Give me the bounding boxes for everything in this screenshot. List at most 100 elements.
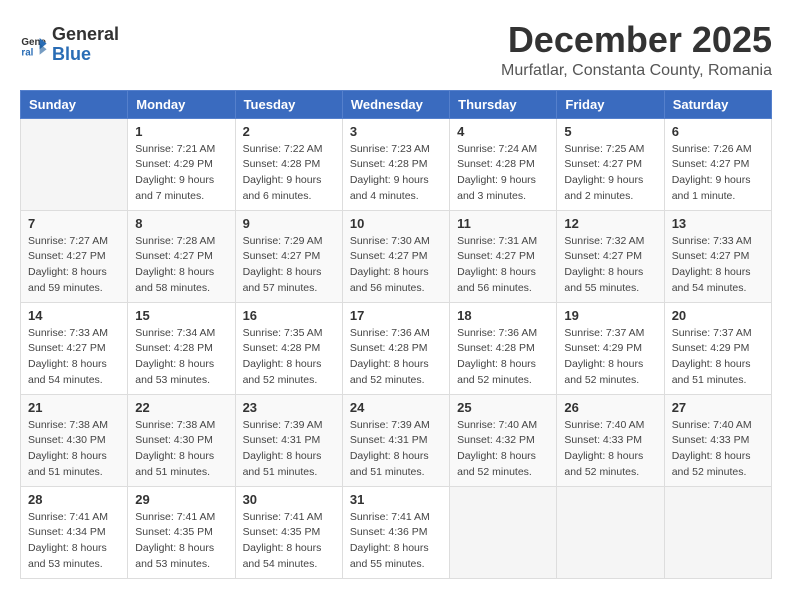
- calendar-cell: 29 Sunrise: 7:41 AMSunset: 4:35 PMDayligh…: [128, 486, 235, 578]
- day-info: Sunrise: 7:41 AMSunset: 4:35 PMDaylight:…: [135, 510, 227, 573]
- calendar-cell: [664, 486, 771, 578]
- calendar-cell: 2 Sunrise: 7:22 AMSunset: 4:28 PMDaylight…: [235, 118, 342, 210]
- calendar-cell: 30 Sunrise: 7:41 AMSunset: 4:35 PMDayligh…: [235, 486, 342, 578]
- svg-text:ral: ral: [21, 47, 33, 58]
- calendar-cell: 27 Sunrise: 7:40 AMSunset: 4:33 PMDayligh…: [664, 394, 771, 486]
- day-number: 15: [135, 308, 227, 323]
- calendar-cell: 25Sunrise: 7:40 AMSunset: 4:32 PMDayligh…: [450, 394, 557, 486]
- day-info: Sunrise: 7:40 AMSunset: 4:33 PMDaylight:…: [672, 418, 764, 481]
- calendar-cell: 21Sunrise: 7:38 AMSunset: 4:30 PMDayligh…: [21, 394, 128, 486]
- day-info: Sunrise: 7:29 AMSunset: 4:27 PMDaylight:…: [243, 234, 335, 297]
- calendar-cell: 24Sunrise: 7:39 AMSunset: 4:31 PMDayligh…: [342, 394, 449, 486]
- day-info: Sunrise: 7:27 AMSunset: 4:27 PMDaylight:…: [28, 234, 120, 297]
- day-info: Sunrise: 7:22 AMSunset: 4:28 PMDaylight:…: [243, 142, 335, 205]
- calendar-cell: 16 Sunrise: 7:35 AMSunset: 4:28 PMDayligh…: [235, 302, 342, 394]
- logo: Gene ral General Blue: [20, 25, 119, 65]
- day-number: 16: [243, 308, 335, 323]
- weekday-header-tuesday: Tuesday: [235, 90, 342, 118]
- calendar-cell: 5 Sunrise: 7:25 AMSunset: 4:27 PMDaylight…: [557, 118, 664, 210]
- day-info: Sunrise: 7:36 AMSunset: 4:28 PMDaylight:…: [457, 326, 549, 389]
- day-number: 1: [135, 124, 227, 139]
- calendar-cell: 1 Sunrise: 7:21 AMSunset: 4:29 PMDaylight…: [128, 118, 235, 210]
- calendar-row: 1 Sunrise: 7:21 AMSunset: 4:29 PMDaylight…: [21, 118, 772, 210]
- day-info: Sunrise: 7:40 AMSunset: 4:33 PMDaylight:…: [564, 418, 656, 481]
- day-number: 6: [672, 124, 764, 139]
- calendar-cell: 19Sunrise: 7:37 AMSunset: 4:29 PMDayligh…: [557, 302, 664, 394]
- day-info: Sunrise: 7:38 AMSunset: 4:30 PMDaylight:…: [135, 418, 227, 481]
- day-number: 17: [350, 308, 442, 323]
- calendar-cell: 6Sunrise: 7:26 AMSunset: 4:27 PMDaylight…: [664, 118, 771, 210]
- calendar-cell: [450, 486, 557, 578]
- day-info: Sunrise: 7:41 AMSunset: 4:34 PMDaylight:…: [28, 510, 120, 573]
- day-info: Sunrise: 7:34 AMSunset: 4:28 PMDaylight:…: [135, 326, 227, 389]
- calendar-cell: 9 Sunrise: 7:29 AMSunset: 4:27 PMDaylight…: [235, 210, 342, 302]
- calendar-row: 14 Sunrise: 7:33 AMSunset: 4:27 PMDayligh…: [21, 302, 772, 394]
- day-info: Sunrise: 7:38 AMSunset: 4:30 PMDaylight:…: [28, 418, 120, 481]
- calendar-cell: 28Sunrise: 7:41 AMSunset: 4:34 PMDayligh…: [21, 486, 128, 578]
- day-number: 3: [350, 124, 442, 139]
- day-info: Sunrise: 7:21 AMSunset: 4:29 PMDaylight:…: [135, 142, 227, 205]
- day-info: Sunrise: 7:41 AMSunset: 4:36 PMDaylight:…: [350, 510, 442, 573]
- day-number: 12: [564, 216, 656, 231]
- weekday-header-saturday: Saturday: [664, 90, 771, 118]
- day-number: 11: [457, 216, 549, 231]
- calendar-cell: 23Sunrise: 7:39 AMSunset: 4:31 PMDayligh…: [235, 394, 342, 486]
- day-number: 19: [564, 308, 656, 323]
- calendar-header-row: SundayMondayTuesdayWednesdayThursdayFrid…: [21, 90, 772, 118]
- calendar-cell: 20 Sunrise: 7:37 AMSunset: 4:29 PMDayligh…: [664, 302, 771, 394]
- day-number: 5: [564, 124, 656, 139]
- day-info: Sunrise: 7:39 AMSunset: 4:31 PMDaylight:…: [243, 418, 335, 481]
- calendar-cell: 15 Sunrise: 7:34 AMSunset: 4:28 PMDayligh…: [128, 302, 235, 394]
- calendar-cell: 3 Sunrise: 7:23 AMSunset: 4:28 PMDaylight…: [342, 118, 449, 210]
- calendar-cell: [557, 486, 664, 578]
- title-area: December 2025 Murfatlar, Constanta Count…: [501, 20, 772, 80]
- day-info: Sunrise: 7:31 AMSunset: 4:27 PMDaylight:…: [457, 234, 549, 297]
- day-info: Sunrise: 7:37 AMSunset: 4:29 PMDaylight:…: [672, 326, 764, 389]
- day-number: 26: [564, 400, 656, 415]
- day-info: Sunrise: 7:33 AMSunset: 4:27 PMDaylight:…: [28, 326, 120, 389]
- day-info: Sunrise: 7:25 AMSunset: 4:27 PMDaylight:…: [564, 142, 656, 205]
- day-number: 14: [28, 308, 120, 323]
- calendar-cell: 18 Sunrise: 7:36 AMSunset: 4:28 PMDayligh…: [450, 302, 557, 394]
- calendar-cell: [21, 118, 128, 210]
- calendar-cell: 12 Sunrise: 7:32 AMSunset: 4:27 PMDayligh…: [557, 210, 664, 302]
- day-number: 13: [672, 216, 764, 231]
- calendar-row: 21Sunrise: 7:38 AMSunset: 4:30 PMDayligh…: [21, 394, 772, 486]
- location-title: Murfatlar, Constanta County, Romania: [501, 62, 772, 80]
- day-info: Sunrise: 7:41 AMSunset: 4:35 PMDaylight:…: [243, 510, 335, 573]
- calendar-row: 7 Sunrise: 7:27 AMSunset: 4:27 PMDaylight…: [21, 210, 772, 302]
- weekday-header-sunday: Sunday: [21, 90, 128, 118]
- logo-icon: Gene ral: [20, 31, 48, 59]
- weekday-header-friday: Friday: [557, 90, 664, 118]
- day-number: 9: [243, 216, 335, 231]
- day-number: 18: [457, 308, 549, 323]
- day-number: 20: [672, 308, 764, 323]
- calendar-row: 28Sunrise: 7:41 AMSunset: 4:34 PMDayligh…: [21, 486, 772, 578]
- calendar-cell: 4 Sunrise: 7:24 AMSunset: 4:28 PMDaylight…: [450, 118, 557, 210]
- day-info: Sunrise: 7:23 AMSunset: 4:28 PMDaylight:…: [350, 142, 442, 205]
- day-number: 4: [457, 124, 549, 139]
- month-title: December 2025: [501, 20, 772, 60]
- day-number: 10: [350, 216, 442, 231]
- calendar-table: SundayMondayTuesdayWednesdayThursdayFrid…: [20, 90, 772, 579]
- day-number: 7: [28, 216, 120, 231]
- calendar-cell: 8Sunrise: 7:28 AMSunset: 4:27 PMDaylight…: [128, 210, 235, 302]
- day-number: 2: [243, 124, 335, 139]
- calendar-cell: 7 Sunrise: 7:27 AMSunset: 4:27 PMDaylight…: [21, 210, 128, 302]
- day-info: Sunrise: 7:36 AMSunset: 4:28 PMDaylight:…: [350, 326, 442, 389]
- day-info: Sunrise: 7:24 AMSunset: 4:28 PMDaylight:…: [457, 142, 549, 205]
- day-info: Sunrise: 7:35 AMSunset: 4:28 PMDaylight:…: [243, 326, 335, 389]
- day-info: Sunrise: 7:39 AMSunset: 4:31 PMDaylight:…: [350, 418, 442, 481]
- page-header: Gene ral General Blue December 2025 Murf…: [20, 20, 772, 80]
- day-info: Sunrise: 7:32 AMSunset: 4:27 PMDaylight:…: [564, 234, 656, 297]
- day-number: 27: [672, 400, 764, 415]
- weekday-header-wednesday: Wednesday: [342, 90, 449, 118]
- calendar-cell: 31 Sunrise: 7:41 AMSunset: 4:36 PMDayligh…: [342, 486, 449, 578]
- day-number: 31: [350, 492, 442, 507]
- day-number: 30: [243, 492, 335, 507]
- day-number: 29: [135, 492, 227, 507]
- calendar-cell: 13Sunrise: 7:33 AMSunset: 4:27 PMDayligh…: [664, 210, 771, 302]
- calendar-cell: 17 Sunrise: 7:36 AMSunset: 4:28 PMDayligh…: [342, 302, 449, 394]
- weekday-header-monday: Monday: [128, 90, 235, 118]
- calendar-cell: 22Sunrise: 7:38 AMSunset: 4:30 PMDayligh…: [128, 394, 235, 486]
